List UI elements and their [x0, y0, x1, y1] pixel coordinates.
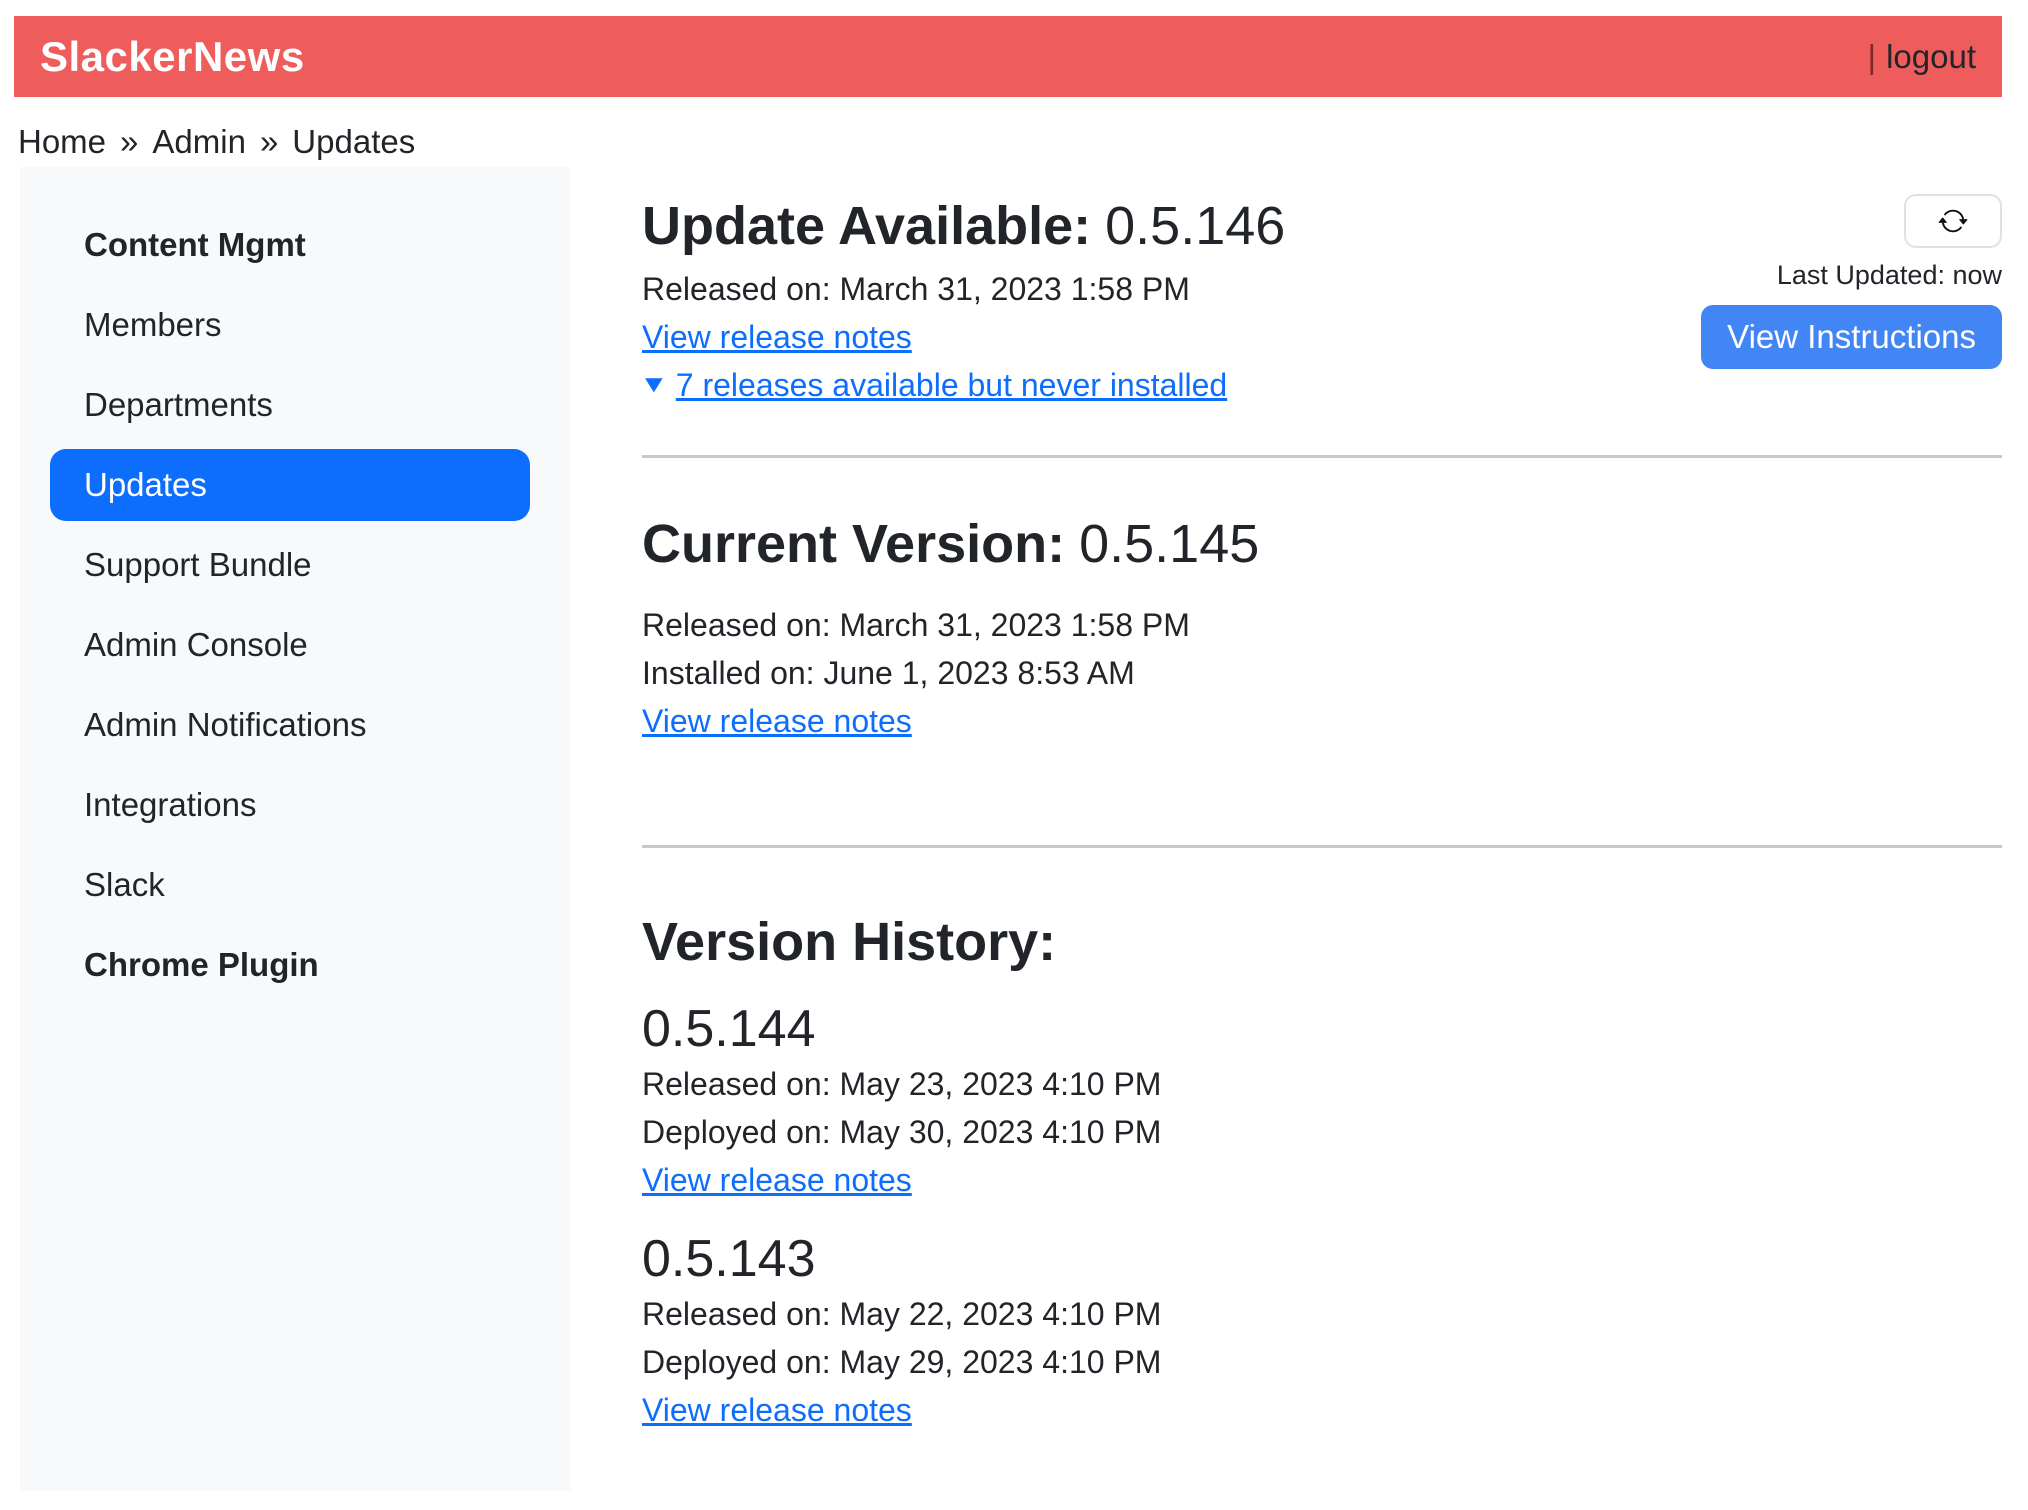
- breadcrumb-home[interactable]: Home: [18, 123, 106, 161]
- update-release-notes-link[interactable]: View release notes: [642, 313, 912, 361]
- sidebar-item-admin-notifications[interactable]: Admin Notifications: [50, 689, 530, 761]
- history-version-number: 0.5.143: [642, 1228, 2002, 1290]
- history-released-on: Released on: May 23, 2023 4:10 PM: [642, 1060, 2002, 1108]
- logout-separator: |: [1868, 38, 1877, 76]
- history-entry: 0.5.143 Released on: May 22, 2023 4:10 P…: [642, 1228, 2002, 1434]
- header-right: | logout: [1868, 38, 1977, 76]
- update-available-label: Update Available:: [642, 196, 1091, 256]
- sidebar-item-content-mgmt[interactable]: Content Mgmt: [50, 209, 530, 281]
- app-header: SlackerNews | logout: [14, 16, 2002, 97]
- sidebar-item-updates[interactable]: Updates: [50, 449, 530, 521]
- current-version-label: Current Version:: [642, 514, 1065, 574]
- last-updated-text: Last Updated: now: [1777, 260, 2002, 291]
- version-history-title: Version History:: [642, 910, 2002, 975]
- history-release-notes-link[interactable]: View release notes: [642, 1156, 912, 1204]
- breadcrumb-separator: »: [120, 123, 138, 161]
- sidebar-item-support-bundle[interactable]: Support Bundle: [50, 529, 530, 601]
- page: SlackerNews | logout Home » Admin » Upda…: [0, 0, 2028, 1491]
- update-available-title: Update Available:0.5.146: [642, 194, 1285, 259]
- releases-toggle-link[interactable]: 7 releases available but never installed: [676, 361, 1227, 409]
- app-title: SlackerNews: [40, 33, 305, 81]
- current-version-number: 0.5.145: [1079, 514, 1259, 574]
- breadcrumb-updates: Updates: [292, 123, 415, 161]
- section-divider: [642, 845, 2002, 848]
- history-deployed-on: Deployed on: May 29, 2023 4:10 PM: [642, 1338, 2002, 1386]
- sidebar-item-members[interactable]: Members: [50, 289, 530, 361]
- current-released-on: Released on: March 31, 2023 1:58 PM: [642, 601, 2002, 649]
- sidebar-item-chrome-plugin[interactable]: Chrome Plugin: [50, 929, 530, 1001]
- history-version-number: 0.5.144: [642, 998, 2002, 1060]
- content-layout: Content Mgmt Members Departments Updates…: [20, 167, 2002, 1491]
- update-released-on: Released on: March 31, 2023 1:58 PM: [642, 265, 1285, 313]
- update-available-section: Update Available:0.5.146 Released on: Ma…: [642, 194, 2002, 409]
- sidebar-item-departments[interactable]: Departments: [50, 369, 530, 441]
- current-version-details: Released on: March 31, 2023 1:58 PM Inst…: [642, 601, 2002, 745]
- section-divider: [642, 455, 2002, 458]
- sidebar-item-slack[interactable]: Slack: [50, 849, 530, 921]
- breadcrumb: Home » Admin » Updates: [18, 123, 2002, 161]
- breadcrumb-separator: »: [260, 123, 278, 161]
- current-version-section: Current Version:0.5.145 Released on: Mar…: [642, 512, 2002, 745]
- updates-main: Update Available:0.5.146 Released on: Ma…: [570, 167, 2002, 1434]
- sidebar-item-integrations[interactable]: Integrations: [50, 769, 530, 841]
- view-instructions-button[interactable]: View Instructions: [1701, 305, 2002, 369]
- releases-toggle-row: ▼ 7 releases available but never install…: [642, 361, 1285, 409]
- current-installed-on: Installed on: June 1, 2023 8:53 AM: [642, 649, 2002, 697]
- update-actions: Last Updated: now View Instructions: [1701, 194, 2002, 369]
- history-released-on: Released on: May 22, 2023 4:10 PM: [642, 1290, 2002, 1338]
- history-entry: 0.5.144 Released on: May 23, 2023 4:10 P…: [642, 998, 2002, 1204]
- update-available-version: 0.5.146: [1105, 196, 1285, 256]
- current-version-title: Current Version:0.5.145: [642, 512, 2002, 577]
- version-history-section: Version History: 0.5.144 Released on: Ma…: [642, 910, 2002, 1435]
- refresh-icon: [1938, 206, 1968, 236]
- current-release-notes-link[interactable]: View release notes: [642, 697, 912, 745]
- breadcrumb-admin[interactable]: Admin: [152, 123, 246, 161]
- history-deployed-on: Deployed on: May 30, 2023 4:10 PM: [642, 1108, 2002, 1156]
- update-available-info: Update Available:0.5.146 Released on: Ma…: [642, 194, 1285, 409]
- triangle-down-icon[interactable]: ▼: [639, 373, 669, 397]
- sidebar-item-admin-console[interactable]: Admin Console: [50, 609, 530, 681]
- refresh-button[interactable]: [1904, 194, 2002, 248]
- admin-sidebar: Content Mgmt Members Departments Updates…: [20, 167, 570, 1491]
- logout-link[interactable]: logout: [1886, 38, 1976, 76]
- history-release-notes-link[interactable]: View release notes: [642, 1386, 912, 1434]
